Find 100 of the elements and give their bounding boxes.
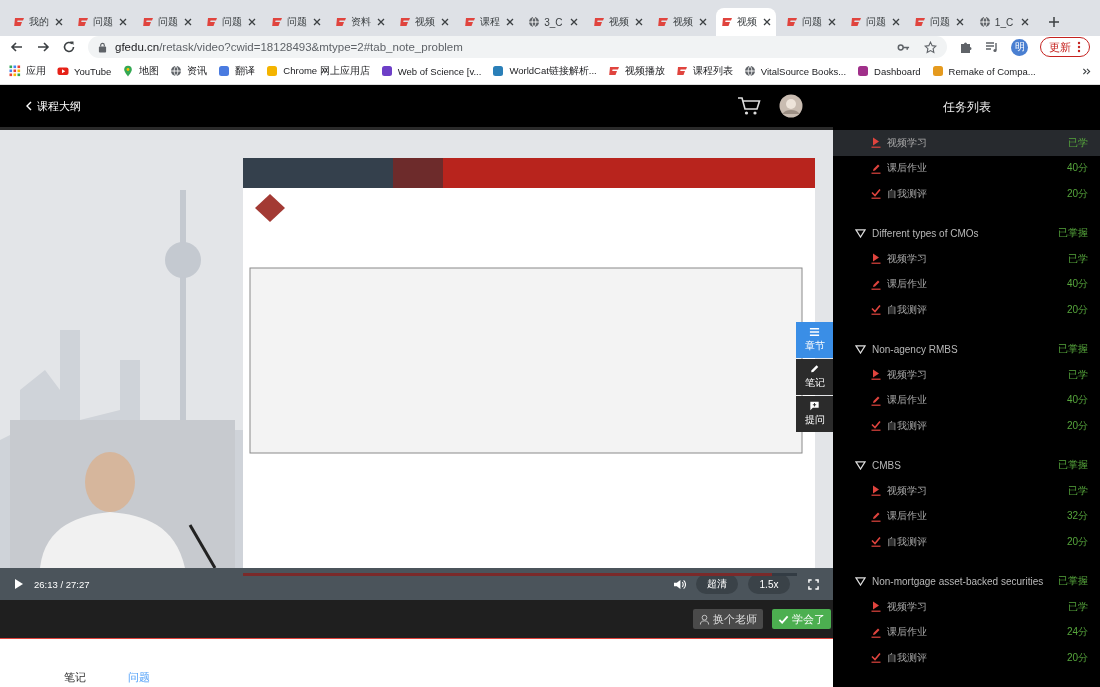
back-link[interactable]: 课程大纲 [26, 98, 81, 114]
task-item[interactable]: 自我测评 20分 [833, 645, 1100, 671]
bookmark[interactable]: Remake of Compa... [931, 65, 1036, 77]
browser-tab[interactable]: 视频 [587, 8, 648, 36]
bookmark[interactable]: WorldCat链接解析... [492, 64, 597, 78]
task-item[interactable]: 课后作业 40分 [833, 387, 1100, 413]
browser-tab[interactable]: 课程 [458, 8, 519, 36]
star-icon[interactable] [924, 40, 937, 54]
profile-avatar[interactable]: 明 [1011, 38, 1028, 56]
close-icon[interactable] [1020, 18, 1029, 26]
forward-icon[interactable] [36, 40, 50, 54]
bookmark[interactable]: Dashboard [857, 65, 921, 77]
task-status: 已学 [1068, 367, 1088, 382]
browser-tab[interactable]: 问题 [72, 8, 133, 36]
speed-button[interactable]: 1.5x [748, 574, 790, 594]
close-icon[interactable] [698, 18, 707, 26]
action-button[interactable]: 换个老师 [693, 609, 763, 629]
reload-icon[interactable] [62, 40, 76, 54]
task-label: 自我测评 [887, 418, 928, 433]
bookmark[interactable]: 应用 [9, 64, 46, 78]
browser-tab[interactable]: 1_C [973, 8, 1034, 36]
back-icon[interactable] [10, 40, 24, 54]
task-item[interactable]: 课后作业 32分 [833, 503, 1100, 529]
task-item[interactable]: 自我测评 20分 [833, 181, 1100, 207]
close-icon[interactable] [376, 18, 385, 26]
task-label: 课后作业 [887, 277, 928, 292]
task-status: 40分 [1066, 277, 1088, 292]
browser-tab[interactable]: 资料 [329, 8, 390, 36]
side-tab[interactable]: 笔记 [796, 359, 833, 395]
menu-icon [809, 327, 820, 337]
close-icon[interactable] [634, 18, 643, 26]
close-icon[interactable] [892, 18, 901, 26]
browser-tab[interactable]: 问题 [845, 8, 906, 36]
close-icon[interactable] [570, 18, 579, 26]
task-item[interactable]: 视频学习 已学 [833, 362, 1100, 388]
fullscreen-icon[interactable] [808, 578, 819, 590]
more-bookmarks-icon[interactable] [1082, 66, 1091, 76]
bookmark[interactable]: VitalSource Books... [743, 65, 847, 77]
section-header[interactable]: Different types of CMOs 已掌握 [833, 220, 1100, 246]
play-icon[interactable] [14, 578, 24, 590]
bookmark[interactable]: 课程列表 [675, 64, 733, 78]
close-icon[interactable] [441, 18, 450, 26]
task-item[interactable]: 视频学习 已学 [833, 246, 1100, 272]
task-item[interactable]: 自我测评 20分 [833, 413, 1100, 439]
new-tab-icon[interactable] [1048, 16, 1061, 28]
bookmark[interactable]: YouTube [57, 65, 112, 77]
browser-tab[interactable]: 问题 [780, 8, 841, 36]
section-title: Different types of CMOs [872, 227, 980, 239]
close-icon[interactable] [956, 18, 965, 26]
task-item[interactable]: 自我测评 20分 [833, 529, 1100, 555]
close-icon[interactable] [763, 18, 772, 26]
address-field[interactable]: gfedu.cn/retask/video?cwid=18128493&mtype=2#tab_note_problem [88, 36, 947, 58]
play-icon [871, 253, 881, 265]
close-icon[interactable] [505, 18, 514, 26]
quality-button[interactable]: 超清 [696, 574, 738, 594]
browser-tab[interactable]: 问题 [136, 8, 197, 36]
bookmark[interactable]: 视频播放 [607, 64, 665, 78]
bookmark[interactable]: 资讯 [170, 64, 208, 78]
bookmark-label: Remake of Compa... [948, 65, 1036, 77]
section-header[interactable]: CMBS 已掌握 [833, 452, 1100, 478]
task-status: 24分 [1066, 625, 1088, 640]
close-icon[interactable] [119, 18, 128, 26]
browser-tab[interactable]: 我的 [8, 8, 68, 36]
bookmark-label: 资讯 [187, 64, 208, 78]
puzzle-icon[interactable] [959, 40, 973, 54]
bookmark[interactable]: 翻译 [218, 64, 256, 78]
cart-icon[interactable] [737, 96, 761, 116]
update-button[interactable]: 更新 [1040, 37, 1090, 57]
content-tab[interactable]: 笔记 [64, 670, 86, 685]
task-label: 视频学习 [887, 483, 928, 498]
close-icon[interactable] [827, 18, 836, 26]
browser-tab[interactable]: 问题 [201, 8, 262, 36]
task-item[interactable]: 视频学习 已学 [833, 478, 1100, 504]
volume-icon[interactable] [673, 578, 686, 590]
browser-tab[interactable]: 问题 [265, 8, 326, 36]
browser-tab[interactable]: 问题 [909, 8, 970, 36]
bookmark[interactable]: Web of Science [v... [380, 65, 482, 77]
browser-tab[interactable]: 视频 [716, 8, 777, 36]
close-icon[interactable] [312, 18, 321, 26]
side-tab[interactable]: 提问 [796, 396, 833, 432]
browser-tab[interactable]: 视频 [394, 8, 455, 36]
bookmark[interactable]: 地图 [122, 64, 160, 78]
task-item[interactable]: 视频学习 已学 [833, 130, 1100, 156]
close-icon[interactable] [55, 18, 63, 26]
task-item[interactable]: 课后作业 40分 [833, 155, 1100, 181]
task-item[interactable]: 课后作业 40分 [833, 271, 1100, 297]
task-item[interactable]: 课后作业 24分 [833, 619, 1100, 645]
user-avatar[interactable] [779, 94, 803, 118]
close-icon[interactable] [183, 18, 192, 26]
bookmark[interactable]: Chrome 网上应用店 [266, 64, 370, 78]
section-header[interactable]: Non-mortgage asset-backed securities 已掌握 [833, 568, 1100, 594]
browser-tab[interactable]: 视频 [651, 8, 712, 36]
person-icon [699, 613, 710, 625]
browser-tab[interactable]: 3_C [523, 8, 584, 36]
close-icon[interactable] [248, 18, 257, 26]
section-title: Non-agency RMBS [872, 343, 959, 355]
media-list-icon[interactable] [985, 40, 999, 54]
task-item[interactable]: 自我测评 20分 [833, 297, 1100, 323]
section-header[interactable]: Non-agency RMBS 已掌握 [833, 336, 1100, 362]
task-item[interactable]: 视频学习 已学 [833, 594, 1100, 620]
